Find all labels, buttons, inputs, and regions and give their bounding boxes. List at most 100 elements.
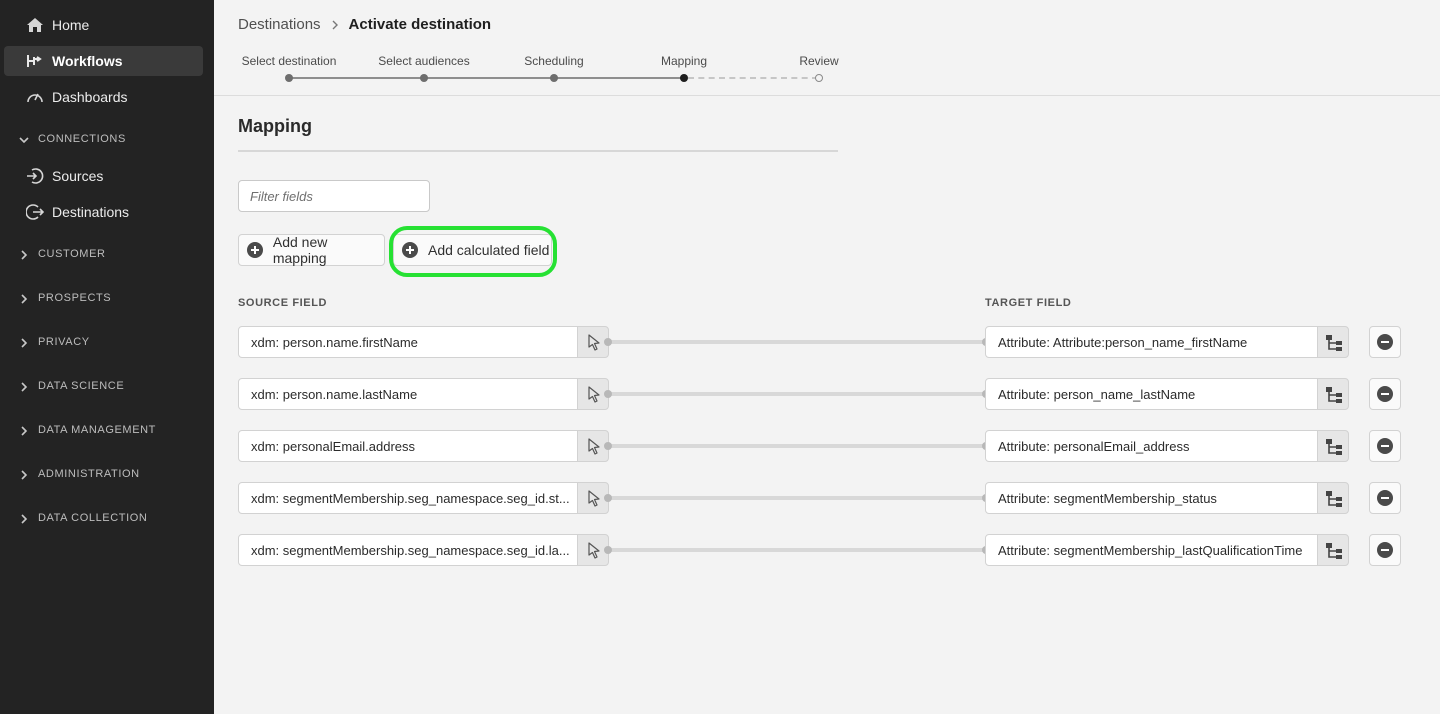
mapping-connector-line bbox=[606, 496, 988, 500]
target-field-input[interactable]: Attribute: person_name_lastName bbox=[985, 378, 1318, 410]
chevron-right-icon bbox=[21, 294, 28, 304]
source-field-input[interactable]: xdm: person.name.firstName bbox=[238, 326, 578, 358]
sidebar-section-label: PROSPECTS bbox=[38, 292, 112, 304]
workflows-icon bbox=[27, 55, 42, 67]
target-field-input[interactable]: Attribute: segmentMembership_status bbox=[985, 482, 1318, 514]
remove-circle-icon bbox=[1377, 490, 1393, 506]
remove-circle-icon bbox=[1377, 386, 1393, 402]
remove-circle-icon bbox=[1377, 438, 1393, 454]
connector-dot bbox=[604, 338, 612, 346]
step-marker-mapping bbox=[680, 74, 688, 82]
add-circle-icon bbox=[402, 242, 418, 258]
sidebar-section-connections[interactable]: CONNECTIONS bbox=[0, 128, 214, 152]
stepper-progress-line bbox=[289, 77, 684, 79]
source-field-input[interactable]: xdm: segmentMembership.seg_namespace.seg… bbox=[238, 534, 578, 566]
hierarchy-tree-icon bbox=[1326, 543, 1342, 559]
mapping-row: xdm: segmentMembership.seg_namespace.seg… bbox=[0, 482, 1440, 514]
step-marker-select-audiences bbox=[420, 74, 428, 82]
sidebar-section-label: CONNECTIONS bbox=[38, 133, 126, 145]
page-title: Mapping bbox=[238, 116, 312, 136]
breadcrumb-current: Activate destination bbox=[348, 16, 492, 33]
mapping-row: xdm: person.name.lastName Attribute: per… bbox=[0, 378, 1440, 410]
hierarchy-tree-icon bbox=[1326, 387, 1342, 403]
select-target-field-button[interactable] bbox=[1317, 326, 1349, 358]
target-field-input[interactable]: Attribute: segmentMembership_lastQualifi… bbox=[985, 534, 1318, 566]
source-field-header: SOURCE FIELD bbox=[238, 297, 328, 309]
mapping-connector-line bbox=[606, 444, 988, 448]
remove-mapping-button[interactable] bbox=[1369, 482, 1401, 514]
sidebar-section-prospects[interactable]: PROSPECTS bbox=[0, 287, 214, 311]
sidebar-item-label: Sources bbox=[52, 168, 104, 184]
source-field-input[interactable]: xdm: segmentMembership.seg_namespace.seg… bbox=[238, 482, 578, 514]
sources-icon bbox=[27, 168, 44, 184]
breadcrumb-destinations-link[interactable]: Destinations bbox=[238, 16, 321, 33]
title-divider bbox=[238, 150, 838, 152]
step-label-select-audiences: Select audiences bbox=[378, 54, 470, 68]
button-label: Add calculated field bbox=[428, 242, 550, 258]
sidebar-item-sources[interactable]: Sources bbox=[4, 161, 203, 191]
sidebar-item-label: Home bbox=[52, 17, 90, 33]
step-label-select-destination: Select destination bbox=[241, 54, 337, 68]
add-new-mapping-button[interactable]: Add new mapping bbox=[238, 234, 385, 266]
sidebar-item-destinations[interactable]: Destinations bbox=[4, 197, 203, 227]
cursor-arrow-icon bbox=[588, 334, 600, 351]
chevron-right-icon bbox=[21, 470, 28, 480]
select-target-field-button[interactable] bbox=[1317, 534, 1349, 566]
destinations-icon bbox=[26, 204, 44, 220]
add-circle-icon bbox=[247, 242, 263, 258]
filter-fields-input[interactable] bbox=[238, 180, 430, 212]
target-field-header: TARGET FIELD bbox=[985, 297, 1072, 309]
remove-mapping-button[interactable] bbox=[1369, 430, 1401, 462]
connector-dot bbox=[604, 442, 612, 450]
cursor-arrow-icon bbox=[588, 386, 600, 403]
chevron-right-icon bbox=[332, 20, 338, 29]
sidebar-item-label: Workflows bbox=[52, 53, 123, 69]
step-label-mapping: Mapping bbox=[660, 54, 708, 68]
connector-dot bbox=[604, 390, 612, 398]
add-calculated-field-button[interactable]: Add calculated field bbox=[393, 234, 552, 266]
select-target-field-button[interactable] bbox=[1317, 482, 1349, 514]
mapping-connector-line bbox=[606, 548, 988, 552]
remove-circle-icon bbox=[1377, 542, 1393, 558]
sidebar-item-label: Destinations bbox=[52, 204, 130, 220]
mapping-connector-line bbox=[606, 340, 988, 344]
chevron-right-icon bbox=[21, 514, 28, 524]
remove-mapping-button[interactable] bbox=[1369, 326, 1401, 358]
sidebar-item-label: Dashboards bbox=[52, 89, 128, 105]
stepper-remaining-line bbox=[688, 77, 818, 79]
step-marker-select-destination bbox=[285, 74, 293, 82]
step-label-review: Review bbox=[799, 54, 839, 68]
workflow-stepper: Select destination Select audiences Sche… bbox=[214, 52, 1440, 88]
sidebar-item-home[interactable]: Home bbox=[4, 10, 203, 40]
cursor-arrow-icon bbox=[588, 490, 600, 507]
hierarchy-tree-icon bbox=[1326, 335, 1342, 351]
breadcrumb: Destinations Activate destination bbox=[238, 16, 491, 33]
source-field-input[interactable]: xdm: person.name.lastName bbox=[238, 378, 578, 410]
dashboard-gauge-icon bbox=[27, 93, 43, 103]
cursor-arrow-icon bbox=[588, 438, 600, 455]
sidebar-item-workflows[interactable]: Workflows bbox=[4, 46, 203, 76]
mapping-connector-line bbox=[606, 392, 988, 396]
target-field-input[interactable]: Attribute: Attribute:person_name_firstNa… bbox=[985, 326, 1318, 358]
remove-circle-icon bbox=[1377, 334, 1393, 350]
button-label: Add new mapping bbox=[272, 234, 328, 266]
sidebar-item-dashboards[interactable]: Dashboards bbox=[4, 82, 203, 112]
hierarchy-tree-icon bbox=[1326, 439, 1342, 455]
target-field-input[interactable]: Attribute: personalEmail_address bbox=[985, 430, 1318, 462]
remove-mapping-button[interactable] bbox=[1369, 534, 1401, 566]
step-marker-scheduling bbox=[550, 74, 558, 82]
connector-dot bbox=[604, 494, 612, 502]
sidebar-section-label: CUSTOMER bbox=[38, 248, 106, 260]
chevron-down-icon bbox=[19, 137, 29, 144]
select-target-field-button[interactable] bbox=[1317, 378, 1349, 410]
mapping-row: xdm: personalEmail.address Attribute: pe… bbox=[0, 430, 1440, 462]
sidebar-section-customer[interactable]: CUSTOMER bbox=[0, 243, 214, 267]
remove-mapping-button[interactable] bbox=[1369, 378, 1401, 410]
source-field-input[interactable]: xdm: personalEmail.address bbox=[238, 430, 578, 462]
sidebar-section-label: ADMINISTRATION bbox=[38, 468, 140, 480]
select-target-field-button[interactable] bbox=[1317, 430, 1349, 462]
mapping-row: xdm: segmentMembership.seg_namespace.seg… bbox=[0, 534, 1440, 566]
connector-dot bbox=[604, 546, 612, 554]
chevron-right-icon bbox=[21, 250, 28, 260]
page-header: Destinations Activate destination Select… bbox=[214, 0, 1440, 96]
